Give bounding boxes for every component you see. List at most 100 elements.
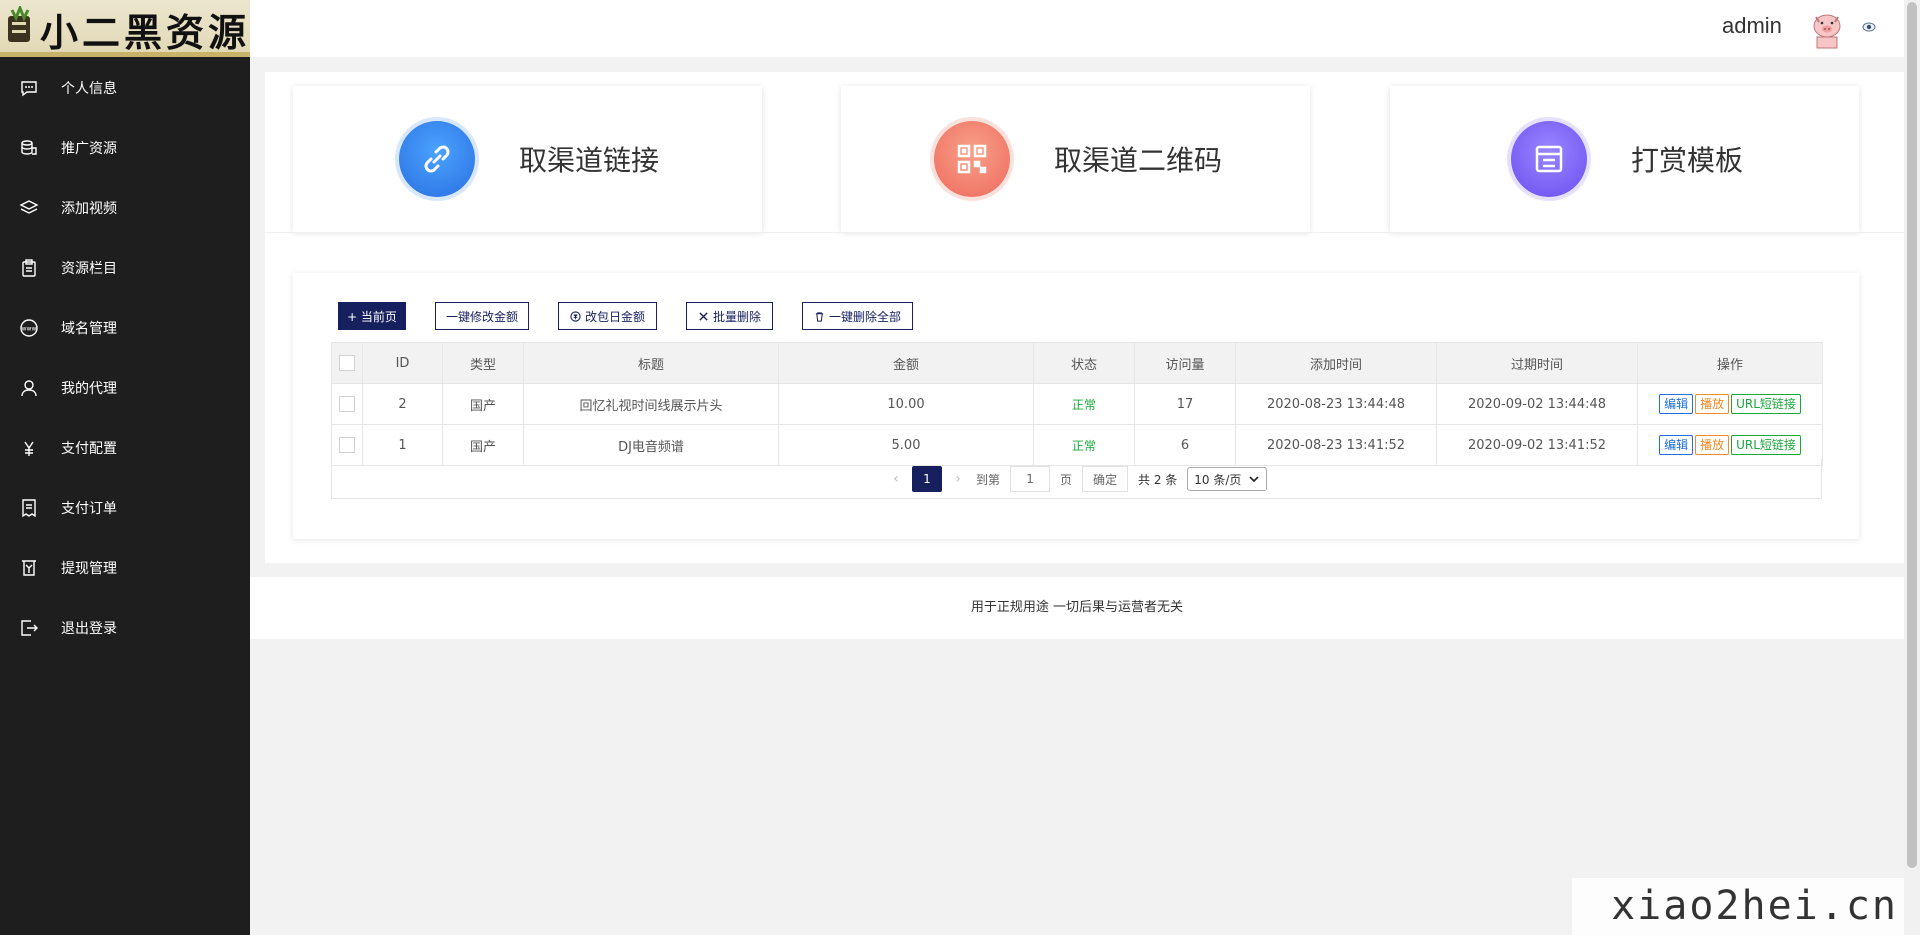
sidebar-item-label: 推广资源 (61, 141, 117, 157)
footer-text: 用于正规用途 一切后果与运营者无关 (970, 600, 1184, 615)
column-header[interactable]: 访问量 (1134, 342, 1236, 384)
goto-page-input[interactable]: 1 (1010, 466, 1051, 492)
clipboard-icon (19, 258, 39, 278)
column-header[interactable]: 状态 (1033, 342, 1135, 384)
resource-table: ID 类型 标题 金额 状态 访问量 添加时间 过期时间 操作 2 国产 回忆礼… (331, 342, 1823, 466)
expire-time-cell: 2020-09-02 13:44:48 (1436, 383, 1638, 425)
logo-mark-icon (8, 6, 30, 42)
sidebar-item-withdrawals[interactable]: 提现管理 (0, 538, 250, 598)
footer: 用于正规用途 一切后果与运营者无关 (250, 577, 1904, 639)
button-label: 改包日金额 (584, 309, 645, 324)
sidebar-item-label: 资源栏目 (61, 261, 117, 277)
page-unit-label: 页 (1060, 472, 1073, 487)
edit-package-amount-button[interactable]: 改包日金额 (558, 302, 657, 330)
column-header[interactable]: 标题 (523, 342, 779, 384)
logo-text: 小二黑资源网 (40, 10, 250, 55)
column-header[interactable]: ID (362, 342, 443, 384)
chevron-down-icon (1249, 476, 1260, 483)
card-title: 取渠道二维码 (1054, 144, 1223, 177)
message-icon (19, 78, 39, 98)
sidebar-item-add-video[interactable]: 添加视频 (0, 178, 250, 238)
table-row: 2 国产 回忆礼视时间线展示片头 10.00 正常 17 2020-08-23 … (331, 383, 1823, 425)
column-header[interactable]: 添加时间 (1235, 342, 1437, 384)
sidebar-item-my-agents[interactable]: 我的代理 (0, 358, 250, 418)
edit-button[interactable]: 编辑 (1659, 435, 1694, 455)
row-checkbox[interactable] (339, 396, 355, 412)
status-badge: 正常 (1071, 438, 1096, 453)
page-size-value: 10 条/页 (1194, 472, 1242, 487)
sidebar-item-label: 支付订单 (61, 501, 117, 517)
row-checkbox[interactable] (339, 437, 355, 453)
sidebar-item-logout[interactable]: 退出登录 (0, 598, 250, 658)
type-cell: 国产 (442, 383, 524, 425)
goto-label: 到第 (976, 472, 1001, 487)
column-header: 操作 (1637, 342, 1823, 384)
scrollbar-thumb[interactable] (1907, 2, 1917, 868)
column-header[interactable]: 过期时间 (1436, 342, 1638, 384)
avatar[interactable] (1808, 10, 1846, 50)
sidebar: 小二黑资源网 个人信息 推广资源 添加视频 资源栏目 www 域名管理 我的代理 (0, 0, 250, 935)
column-header[interactable]: 类型 (442, 342, 524, 384)
sidebar-item-label: 我的代理 (61, 381, 117, 397)
sidebar-item-domains[interactable]: www 域名管理 (0, 298, 250, 358)
sidebar-item-label: 个人信息 (61, 81, 117, 97)
card-channel-qrcode[interactable]: 取渠道二维码 (841, 86, 1310, 232)
status-cell: 正常 (1033, 383, 1135, 425)
sidebar-item-label: 添加视频 (61, 201, 117, 217)
www-icon: www (19, 318, 39, 338)
play-button[interactable]: 播放 (1695, 435, 1730, 455)
title-cell: 回忆礼视时间线展示片头 (523, 383, 779, 425)
user-icon (19, 378, 39, 398)
visits-cell: 17 (1134, 383, 1236, 425)
vertical-scrollbar[interactable] (1904, 0, 1920, 935)
goto-confirm-button[interactable]: 确定 (1082, 466, 1129, 492)
page-size-select[interactable]: 10 条/页 (1187, 467, 1268, 491)
yen-icon (19, 438, 39, 458)
batch-edit-amount-button[interactable]: 一键修改金额 (435, 302, 529, 330)
logout-icon (19, 618, 39, 638)
logo-underline (0, 52, 250, 57)
sidebar-item-promo-resources[interactable]: 推广资源 (0, 118, 250, 178)
card-channel-link[interactable]: 取渠道链接 (293, 86, 762, 232)
total-count: 共 2 条 (1138, 472, 1178, 487)
short-url-button[interactable]: URL短链接 (1731, 394, 1801, 414)
row-select-cell (331, 383, 363, 425)
amount-cell: 10.00 (778, 383, 1034, 425)
username-label[interactable]: admin (1722, 13, 1782, 39)
withdraw-icon (19, 558, 39, 578)
select-all-checkbox[interactable] (339, 355, 355, 371)
actions-cell: 编辑 播放 URL短链接 (1637, 383, 1823, 425)
sidebar-item-payment-config[interactable]: 支付配置 (0, 418, 250, 478)
batch-delete-button[interactable]: 批量删除 (686, 302, 773, 330)
card-reward-template[interactable]: 打赏模板 (1390, 86, 1859, 232)
delete-all-button[interactable]: 一键删除全部 (802, 302, 913, 330)
top-header (250, 0, 1904, 57)
sidebar-item-resource-columns[interactable]: 资源栏目 (0, 238, 250, 298)
column-header[interactable]: 金额 (778, 342, 1034, 384)
sidebar-item-label: 支付配置 (61, 441, 117, 457)
button-label: 批量删除 (712, 309, 761, 324)
current-page-button[interactable]: + 当前页 (338, 302, 406, 330)
receipt-icon (19, 498, 39, 518)
edit-button[interactable]: 编辑 (1659, 394, 1694, 414)
card-title: 打赏模板 (1631, 144, 1744, 177)
play-button[interactable]: 播放 (1695, 394, 1730, 414)
sidebar-item-payment-orders[interactable]: 支付订单 (0, 478, 250, 538)
current-page-number[interactable]: 1 (912, 466, 942, 492)
eye-icon[interactable] (1862, 21, 1876, 33)
sidebar-nav: 个人信息 推广资源 添加视频 资源栏目 www 域名管理 我的代理 支付配置 支 (0, 58, 250, 658)
coin-icon (570, 310, 581, 322)
logo[interactable]: 小二黑资源网 (0, 0, 250, 57)
prev-page-icon[interactable]: ‹ (886, 471, 906, 487)
sidebar-item-label: 域名管理 (61, 321, 117, 337)
sidebar-item-label: 退出登录 (61, 621, 117, 637)
coins-icon (19, 138, 39, 158)
qrcode-icon (934, 121, 1010, 197)
select-all-cell (331, 342, 363, 384)
table-header-row: ID 类型 标题 金额 状态 访问量 添加时间 过期时间 操作 (331, 342, 1823, 384)
button-label: 一键删除全部 (828, 309, 901, 324)
short-url-button[interactable]: URL短链接 (1731, 435, 1801, 455)
status-badge: 正常 (1071, 397, 1096, 412)
next-page-icon[interactable]: › (948, 471, 968, 487)
sidebar-item-profile[interactable]: 个人信息 (0, 58, 250, 118)
